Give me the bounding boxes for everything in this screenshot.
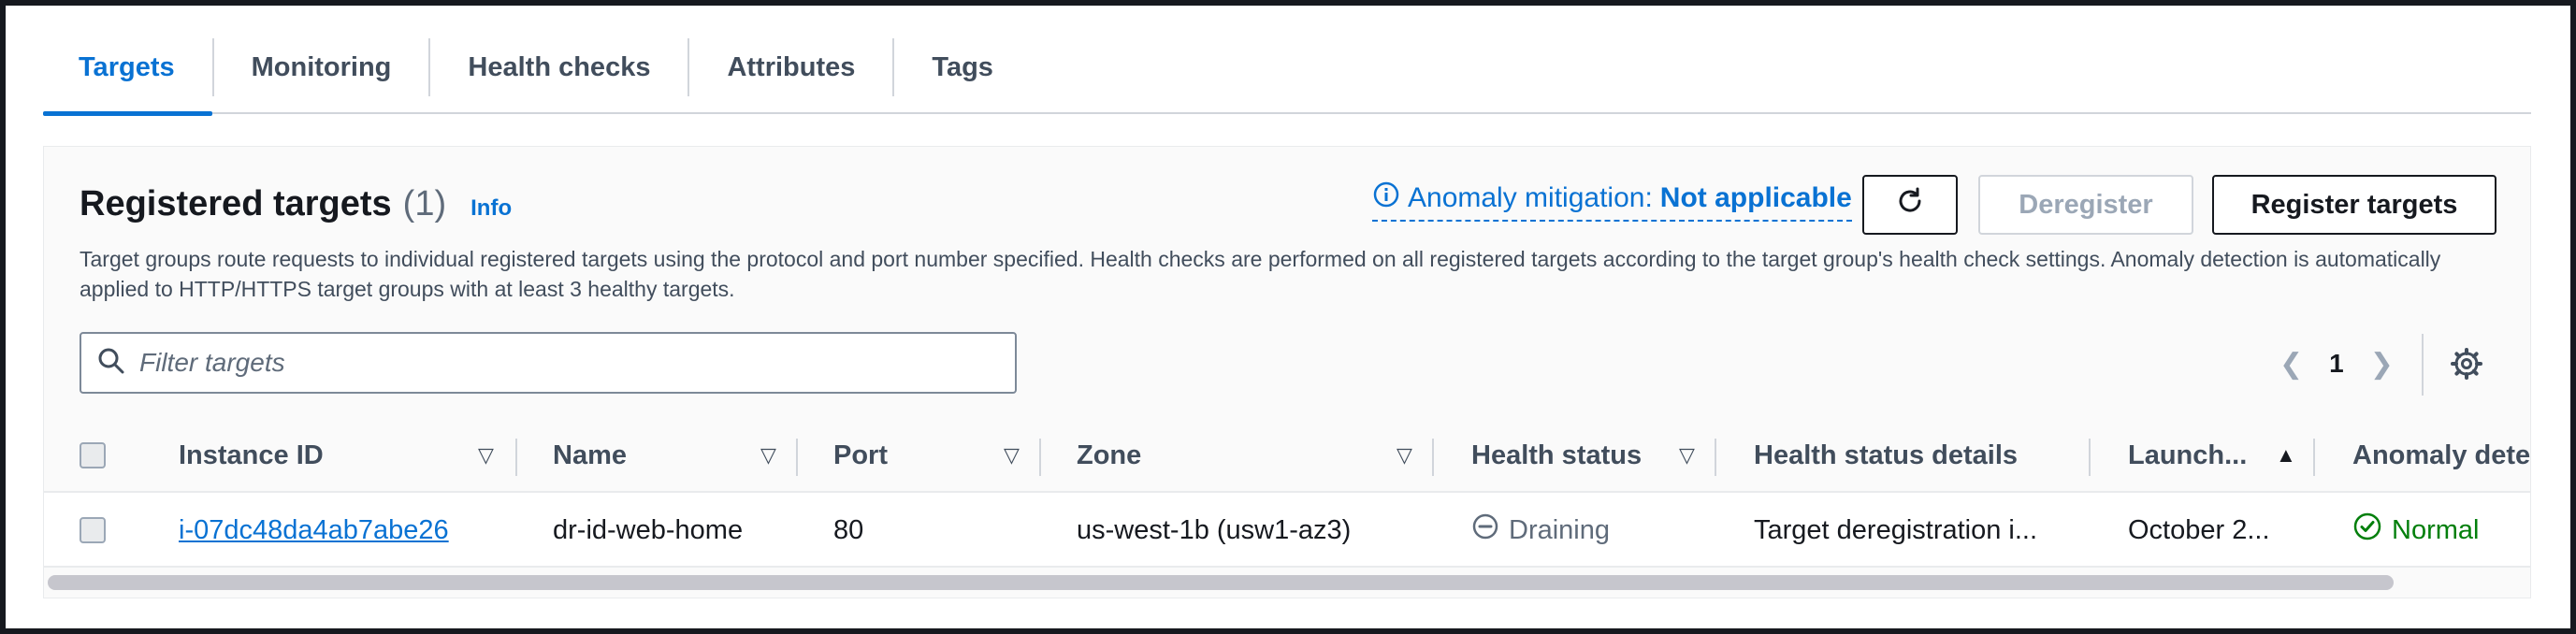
column-port[interactable]: Port ▽ — [833, 418, 1049, 493]
select-all-checkbox[interactable] — [80, 442, 106, 468]
info-circle-icon — [1372, 180, 1400, 216]
zone-cell: us-west-1b (usw1-az3) — [1077, 514, 1352, 545]
tab-monitoring[interactable]: Monitoring — [214, 22, 429, 113]
filter-targets-field[interactable] — [80, 332, 1017, 394]
instance-id-cell: i-07dc48da4ab7abe26 — [179, 493, 515, 568]
anomaly-mitigation-link[interactable]: Anomaly mitigation: Not applicable — [1372, 180, 1852, 222]
tab-health-checks[interactable]: Health checks — [430, 22, 687, 113]
column-divider — [1715, 439, 1716, 476]
panel-title-text: Registered targets — [80, 184, 392, 223]
filter-targets-input[interactable] — [139, 348, 981, 378]
sort-caret-icon: ▽ — [1397, 443, 1412, 467]
sort-caret-icon: ▽ — [1679, 443, 1695, 467]
sort-caret-icon: ▽ — [1004, 443, 1020, 467]
health-status-text: Draining — [1509, 514, 1610, 545]
target-count: (1) — [402, 184, 447, 223]
column-zone[interactable]: Zone ▽ — [1077, 418, 1441, 493]
app-frame: Targets Monitoring Health checks Attribu… — [0, 0, 2576, 634]
column-launch-time[interactable]: Launch... ▲ — [2128, 418, 2315, 493]
panel-title: Registered targets (1) Info — [80, 184, 512, 224]
launch-time-cell: October 2... — [2128, 514, 2270, 545]
column-divider — [1432, 439, 1434, 476]
tab-tags[interactable]: Tags — [894, 22, 1031, 113]
column-divider — [2313, 439, 2315, 476]
column-health-status[interactable]: Health status ▽ — [1471, 418, 1724, 493]
registered-targets-panel: Registered targets (1) Info Anomaly miti… — [43, 146, 2531, 598]
column-divider — [515, 439, 517, 476]
panel-description: Target groups route requests to individu… — [80, 247, 2441, 301]
pager-divider — [2422, 334, 2424, 396]
anomaly-detection-cell: Normal — [2352, 493, 2530, 568]
table-header: Instance ID ▽ Name ▽ Port ▽ Zone ▽ Healt… — [44, 418, 2530, 493]
name-cell: dr-id-web-home — [553, 514, 744, 545]
tab-targets[interactable]: Targets — [43, 22, 212, 116]
column-divider — [1039, 439, 1041, 476]
sort-caret-icon: ▽ — [478, 443, 494, 467]
register-targets-button[interactable]: Register targets — [2212, 175, 2496, 235]
current-page[interactable]: 1 — [2329, 349, 2344, 379]
health-status-cell: Draining — [1471, 493, 1715, 568]
row-select-checkbox[interactable] — [80, 517, 106, 543]
instance-id-link[interactable]: i-07dc48da4ab7abe26 — [179, 515, 449, 546]
search-icon — [96, 346, 126, 381]
column-anomaly-detection[interactable]: Anomaly detec — [2352, 418, 2530, 493]
refresh-icon — [1893, 184, 1927, 225]
next-page-icon[interactable]: ❯ — [2370, 348, 2394, 381]
deregister-button[interactable]: Deregister — [1978, 175, 2193, 235]
column-divider — [2089, 439, 2091, 476]
table-row[interactable]: i-07dc48da4ab7abe26 dr-id-web-home 80 us… — [44, 493, 2530, 568]
anomaly-label: Anomaly mitigation: — [1408, 182, 1653, 213]
port-cell: 80 — [833, 514, 864, 545]
previous-page-icon[interactable]: ❮ — [2279, 348, 2303, 381]
anomaly-status-text: Normal — [2392, 514, 2480, 545]
horizontal-scrollbar[interactable] — [48, 575, 2394, 590]
column-instance-id[interactable]: Instance ID ▽ — [179, 418, 525, 493]
pagination: ❮ 1 ❯ — [2279, 339, 2394, 388]
sort-ascending-icon: ▲ — [2276, 443, 2296, 467]
column-health-status-details[interactable]: Health status details — [1754, 418, 2109, 493]
column-divider — [796, 439, 798, 476]
draining-status-icon — [1471, 512, 1499, 548]
sort-caret-icon: ▽ — [760, 443, 776, 467]
tab-attributes[interactable]: Attributes — [689, 22, 892, 113]
settings-gear-icon[interactable] — [2450, 347, 2483, 385]
check-circle-icon — [2352, 512, 2382, 549]
health-status-details-cell: Target deregistration i... — [1754, 514, 2038, 545]
column-name[interactable]: Name ▽ — [553, 418, 805, 493]
info-link[interactable]: Info — [470, 195, 512, 222]
tab-bar: Targets Monitoring Health checks Attribu… — [43, 22, 2531, 116]
anomaly-value: Not applicable — [1659, 182, 1852, 213]
refresh-button[interactable] — [1862, 175, 1958, 235]
